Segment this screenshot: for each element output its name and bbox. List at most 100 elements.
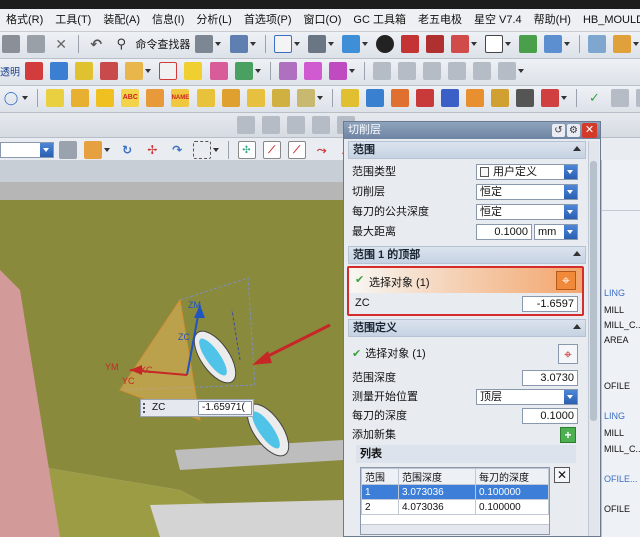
pattern-icon[interactable] <box>271 89 290 107</box>
lock-icon[interactable] <box>196 89 215 107</box>
transparency-label[interactable]: 透明 <box>0 68 20 79</box>
shape-icon[interactable] <box>75 62 94 80</box>
red-shape-icon[interactable] <box>416 89 435 107</box>
menu-gc-toolbox[interactable]: GC 工具箱 <box>347 9 412 31</box>
blue-cube-icon[interactable] <box>365 89 384 107</box>
chevron-up-icon[interactable] <box>573 251 581 256</box>
col-header-range[interactable]: 范围 <box>361 468 399 485</box>
zc-input[interactable]: -1.6597 <box>522 296 578 312</box>
yellow-cube-icon[interactable] <box>340 89 359 107</box>
layer-icon[interactable] <box>195 35 214 53</box>
chevron-down-icon[interactable] <box>564 165 577 179</box>
cursor-icon[interactable] <box>229 35 248 53</box>
chevron-up-icon[interactable] <box>573 146 581 151</box>
lasso-icon[interactable]: ◯ <box>2 89 20 107</box>
menu-laowu-electrode[interactable]: 老五电极 <box>412 9 468 31</box>
box-icon[interactable] <box>125 62 144 80</box>
chevron-up-icon[interactable] <box>573 324 581 329</box>
red-box-icon[interactable] <box>400 35 419 53</box>
palette-icon[interactable] <box>441 89 460 107</box>
filter-icon[interactable] <box>59 141 78 159</box>
common-depth-dropdown[interactable]: 恒定 <box>476 204 578 220</box>
snap-icon[interactable] <box>84 141 103 159</box>
nav-item-8[interactable]: MILL_C... <box>604 444 640 454</box>
paint-bucket-icon[interactable] <box>146 89 165 107</box>
rotate-icon[interactable]: ↻ <box>118 141 136 159</box>
fit-view-icon[interactable] <box>273 35 292 53</box>
rect-select-icon[interactable] <box>193 141 212 159</box>
nav-item-9[interactable]: OFILE... <box>604 474 638 484</box>
pink-box-icon[interactable] <box>303 62 322 80</box>
reset-icon[interactable]: ↺ <box>552 124 565 137</box>
measure-start-dropdown[interactable]: 顶层 <box>476 389 578 405</box>
point-icon[interactable]: ✢ <box>143 141 161 159</box>
line-snap-icon[interactable]: ⟋ <box>262 141 281 159</box>
table-horizontal-scrollbar[interactable] <box>361 524 549 534</box>
nav-item-2[interactable]: MILL <box>604 305 624 315</box>
orange-shape-icon[interactable] <box>391 89 409 107</box>
select-object-row[interactable]: ✔ 选择对象 (1) ⌖ <box>349 268 582 293</box>
orange-box-icon[interactable] <box>466 89 485 107</box>
chevron-down-icon[interactable] <box>564 390 577 404</box>
undo-icon[interactable]: ↶ <box>87 35 105 53</box>
abc-icon[interactable]: ABC <box>121 89 140 107</box>
depth-per-cut-input[interactable]: 0.1000 <box>522 408 578 424</box>
curve-icon[interactable]: ↷ <box>168 141 186 159</box>
tangent-snap-icon[interactable]: ⟋ <box>287 141 306 159</box>
nav-item-7[interactable]: MILL <box>604 428 624 438</box>
delete-icon[interactable]: ✕ <box>52 35 70 53</box>
background-icon[interactable] <box>485 35 504 53</box>
cut-layer-dropdown[interactable]: 恒定 <box>476 184 578 200</box>
menu-hb-mould[interactable]: HB_MOULD M6.6 <box>577 9 640 31</box>
menu-format[interactable]: 格式(R) <box>0 9 49 31</box>
range-type-dropdown[interactable]: 用户定义 <box>476 164 578 180</box>
font-icon[interactable] <box>541 89 560 107</box>
doc-icon[interactable] <box>246 89 265 107</box>
render-style-icon[interactable] <box>307 35 326 53</box>
section-icon[interactable] <box>451 35 469 53</box>
move-icon[interactable] <box>544 35 563 53</box>
coordinate-icon[interactable] <box>613 35 632 53</box>
red-cube-icon[interactable] <box>425 35 444 53</box>
menu-tools[interactable]: 工具(T) <box>49 9 97 31</box>
crosshair-select-icon[interactable]: ⌖ <box>556 271 576 290</box>
copy-icon[interactable] <box>27 35 46 53</box>
range-def-section-header[interactable]: 范围定义 <box>348 319 586 337</box>
type-filter-dropdown[interactable] <box>0 142 54 158</box>
endpoint-snap-icon[interactable]: ✣ <box>237 141 256 159</box>
scrollbar-thumb[interactable] <box>590 161 597 421</box>
add-set-button[interactable]: + <box>560 427 576 443</box>
arc-snap-icon[interactable]: ⤳ <box>313 141 331 159</box>
nav-item-4[interactable]: AREA <box>604 335 629 345</box>
max-distance-unit-dropdown[interactable]: mm <box>534 224 578 240</box>
nav-item-1[interactable]: LING <box>604 288 625 298</box>
check-tool-icon[interactable]: ✓ <box>586 89 604 107</box>
warning-icon[interactable] <box>184 62 203 80</box>
menu-analysis[interactable]: 分析(L) <box>190 9 237 31</box>
plugin-icon[interactable] <box>278 62 297 80</box>
paint-icon[interactable] <box>209 62 228 80</box>
menu-assembly[interactable]: 装配(A) <box>97 9 146 31</box>
menu-xingkong[interactable]: 星空 V7.4 <box>468 9 528 31</box>
yin-yang-icon[interactable] <box>375 35 394 53</box>
command-finder-label[interactable]: 命令查找器 <box>135 39 190 51</box>
sheet-icon[interactable] <box>491 89 510 107</box>
list-section-header[interactable]: 列表 <box>356 445 576 463</box>
grid-select-icon[interactable] <box>50 62 69 80</box>
col-header-depth-per-cut[interactable]: 每刀的深度 <box>475 468 549 485</box>
range1-top-section-header[interactable]: 范围 1 的顶部 <box>348 246 586 264</box>
close-icon[interactable]: ✕ <box>582 123 597 138</box>
layer-settings-icon[interactable] <box>588 35 607 53</box>
assign-icon[interactable] <box>46 89 65 107</box>
edit-object-icon[interactable] <box>25 62 44 80</box>
max-distance-input[interactable]: 0.1000 <box>476 224 532 240</box>
binoculars-icon[interactable]: ⚲ <box>112 35 130 53</box>
drag-handle-icon[interactable] <box>143 403 151 413</box>
chevron-down-icon[interactable] <box>564 185 577 199</box>
printer-icon[interactable] <box>516 89 535 107</box>
measure-icon[interactable] <box>234 62 253 80</box>
range-section-header[interactable]: 范围 <box>348 141 586 159</box>
nav-item-10[interactable]: OFILE <box>604 504 630 514</box>
frame-icon[interactable] <box>159 62 178 80</box>
delete-range-button[interactable]: ✕ <box>554 467 570 483</box>
